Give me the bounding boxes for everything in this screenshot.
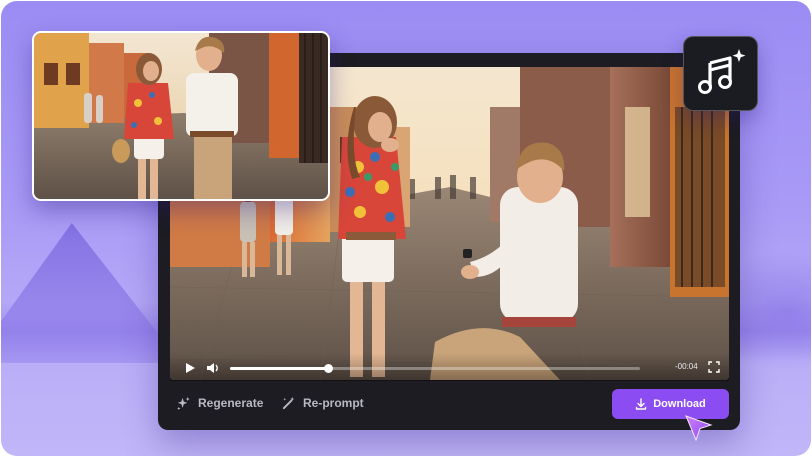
magic-wand-icon — [282, 396, 295, 409]
progress-track[interactable] — [230, 364, 640, 373]
download-icon — [636, 398, 647, 410]
volume-icon[interactable] — [206, 361, 220, 375]
cursor-arrow-icon — [685, 415, 713, 442]
music-badge — [683, 36, 758, 111]
fullscreen-icon[interactable] — [708, 361, 720, 373]
sparkle-icon — [177, 396, 190, 410]
music-note-sparkle-icon — [698, 49, 746, 94]
reference-image-couple-walking — [34, 33, 328, 199]
play-icon[interactable] — [184, 362, 196, 374]
player-controls: -00:04 — [170, 353, 729, 381]
regenerate-button[interactable]: Regenerate — [176, 394, 263, 412]
regenerate-label: Regenerate — [198, 396, 264, 410]
hero-canvas: -00:04 Regenerate Re-prompt Download — [1, 1, 811, 456]
time-remaining: -00:04 — [675, 362, 698, 371]
reprompt-label: Re-prompt — [303, 396, 364, 410]
reprompt-button[interactable]: Re-prompt — [281, 394, 364, 412]
reference-image-thumbnail[interactable] — [32, 31, 330, 201]
download-label: Download — [653, 398, 706, 410]
progress-fill — [230, 367, 329, 370]
progress-handle[interactable] — [324, 364, 334, 373]
